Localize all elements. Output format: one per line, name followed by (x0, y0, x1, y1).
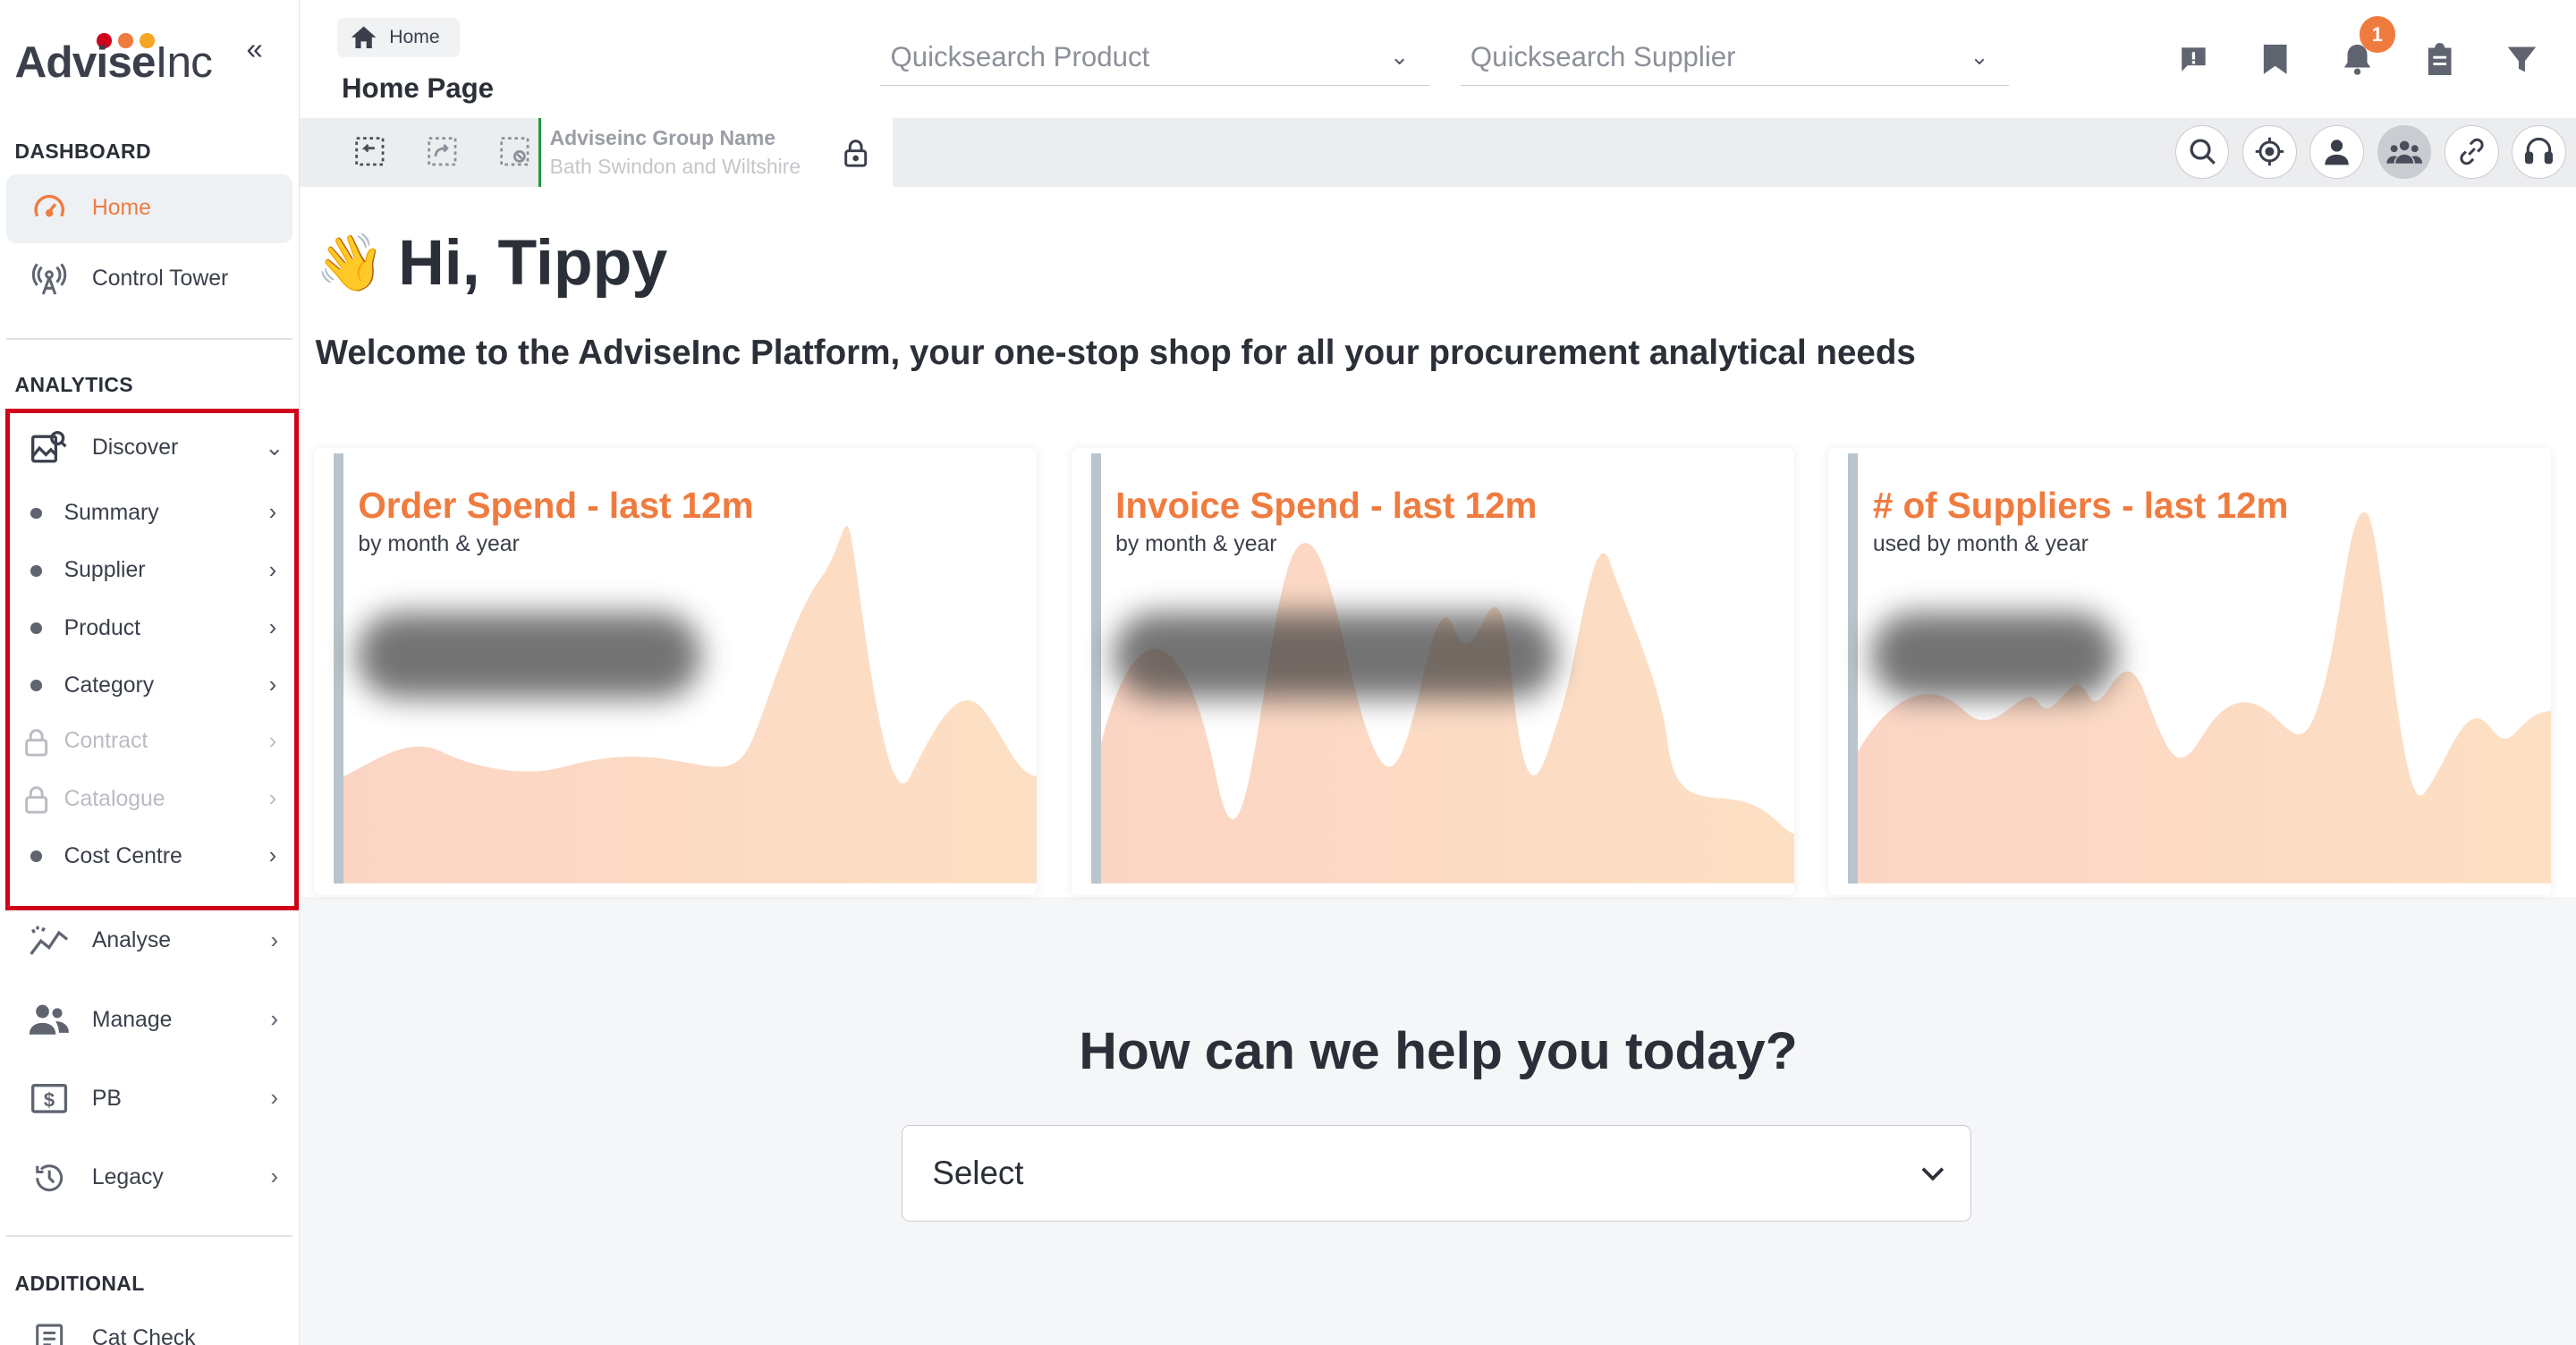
bell-icon[interactable]: 1 (2317, 16, 2399, 81)
quicksearch-product-placeholder: Quicksearch Product (890, 41, 1150, 73)
card-subtitle: used by month & year (1872, 532, 2089, 557)
top-bar: Home Home Page Quicksearch Product ⌄ Qui… (301, 0, 2576, 119)
page-title: Home Page (342, 72, 495, 104)
clipboard-icon[interactable] (2399, 36, 2481, 81)
group-label: Adviseinc Group Name (549, 126, 775, 150)
greeting: 👋 Hi, Tippy (316, 226, 668, 300)
sidebar-item-cat-check[interactable]: Cat Check (6, 1304, 292, 1345)
group-icon[interactable] (2377, 124, 2432, 180)
card-accent-bar (333, 453, 343, 884)
sidebar-item-label: Cat Check (91, 1325, 196, 1345)
help-select-dropdown[interactable]: Select (902, 1125, 1972, 1222)
sidebar-item-label: Analyse (91, 928, 172, 953)
toolbar: Adviseinc Group Name Bath Swindon and Wi… (301, 118, 2576, 188)
headset-icon[interactable] (2512, 124, 2566, 180)
sidebar-item-analyse[interactable]: Analyse › (6, 907, 292, 976)
collapse-sidebar-icon[interactable]: « (247, 33, 263, 67)
sidebar-item-label: PB (91, 1086, 122, 1111)
logo-text: AdviseInc (14, 37, 213, 88)
chevron-down-icon: ⌄ (1389, 45, 1410, 71)
card-title: Invoice Spend - last 12m (1115, 484, 1538, 526)
group-value: Bath Swindon and Wiltshire (549, 154, 801, 178)
order-spend-card[interactable]: Order Spend - last 12m by month & year (313, 448, 1037, 895)
chevron-right-icon: › (270, 1086, 278, 1112)
card-accent-bar (1090, 453, 1101, 884)
discover-highlight-box (4, 409, 300, 910)
sidebar-divider (6, 338, 292, 341)
sidebar-item-legacy[interactable]: Legacy › (6, 1143, 292, 1212)
trend-chart-icon (6, 923, 92, 959)
card-subtitle: by month & year (358, 532, 520, 557)
card-title: # of Suppliers - last 12m (1872, 484, 2289, 526)
history-clock-icon (6, 1160, 92, 1196)
help-heading: How can we help you today? (1079, 1022, 1798, 1081)
user-icon[interactable] (2309, 124, 2365, 180)
chevron-right-icon: › (270, 927, 278, 953)
link-icon[interactable] (2445, 124, 2499, 180)
breadcrumb-label: Home (389, 27, 440, 48)
svg-text:$: $ (44, 1089, 55, 1112)
sidebar-item-label: Control Tower (91, 266, 229, 292)
welcome-message: Welcome to the AdviseInc Platform, your … (315, 333, 1916, 372)
sidebar-item-manage[interactable]: Manage › (6, 985, 292, 1054)
sidebar-item-label: Legacy (91, 1164, 164, 1189)
chevron-right-icon: › (270, 1007, 278, 1033)
sidebar-item-home[interactable]: Home (6, 173, 292, 243)
toolbar-right-actions (2162, 124, 2566, 180)
card-subtitle: by month & year (1115, 532, 1277, 557)
waving-hand-icon: 👋 (315, 231, 386, 294)
speedometer-icon (6, 190, 92, 226)
lock-icon[interactable] (843, 138, 869, 174)
top-icons: 1 (2152, 16, 2563, 81)
analytics-section-header: ANALYTICS (14, 372, 133, 396)
bookmark-icon[interactable] (2234, 36, 2317, 81)
chevron-right-icon: › (270, 1164, 278, 1190)
card-title: Order Spend - last 12m (358, 484, 754, 526)
dashboard-section-header: DASHBOARD (14, 140, 151, 164)
sidebar: AdviseInc « DASHBOARD Home Control Tower… (0, 0, 301, 1345)
sidebar-item-pb[interactable]: $ PB › (6, 1064, 292, 1133)
notification-badge: 1 (2359, 16, 2395, 53)
quicksearch-supplier-select[interactable]: Quicksearch Supplier ⌄ (1460, 30, 2010, 87)
suppliers-count-card[interactable]: # of Suppliers - last 12m used by month … (1828, 448, 2552, 895)
toolbar-left-actions (334, 135, 550, 168)
collapse-select-icon[interactable] (334, 135, 406, 168)
sidebar-item-control-tower[interactable]: Control Tower (6, 245, 292, 314)
search-icon[interactable] (2174, 124, 2230, 180)
redacted-value (356, 613, 702, 698)
sidebar-item-label: Manage (91, 1007, 173, 1032)
share-select-icon[interactable] (406, 135, 479, 168)
quicksearch-product-select[interactable]: Quicksearch Product ⌄ (880, 30, 1429, 87)
chevron-down-icon: ⌄ (1970, 45, 1989, 71)
dollar-sign-icon: $ (6, 1082, 92, 1115)
invoice-spend-card[interactable]: Invoice Spend - last 12m by month & year (1071, 448, 1794, 895)
additional-section-header: ADDITIONAL (14, 1271, 145, 1295)
target-icon[interactable] (2242, 124, 2297, 180)
main-content: 👋 Hi, Tippy Welcome to the AdviseInc Pla… (301, 187, 2576, 1345)
card-accent-bar (1848, 453, 1859, 884)
breadcrumb[interactable]: Home (336, 18, 460, 58)
greeting-text: Hi, Tippy (398, 227, 668, 300)
feedback-icon[interactable] (2152, 36, 2234, 81)
redacted-value (1870, 613, 2118, 698)
sidebar-divider (6, 1235, 292, 1238)
list-document-icon (6, 1321, 92, 1345)
filter-icon[interactable] (2480, 36, 2563, 81)
quicksearch-supplier-placeholder: Quicksearch Supplier (1470, 41, 1736, 73)
people-icon (6, 1002, 92, 1037)
sidebar-item-label: Home (91, 196, 151, 221)
redacted-value (1114, 613, 1558, 698)
adviseinc-logo[interactable]: AdviseInc (15, 23, 278, 89)
hero-section: 👋 Hi, Tippy Welcome to the AdviseInc Pla… (301, 187, 2576, 897)
select-value: Select (932, 1155, 1024, 1192)
antenna-icon (6, 261, 92, 297)
home-icon (352, 26, 377, 49)
group-selector[interactable]: Adviseinc Group Name Bath Swindon and Wi… (538, 118, 894, 188)
chevron-down-icon (1895, 1158, 1970, 1189)
